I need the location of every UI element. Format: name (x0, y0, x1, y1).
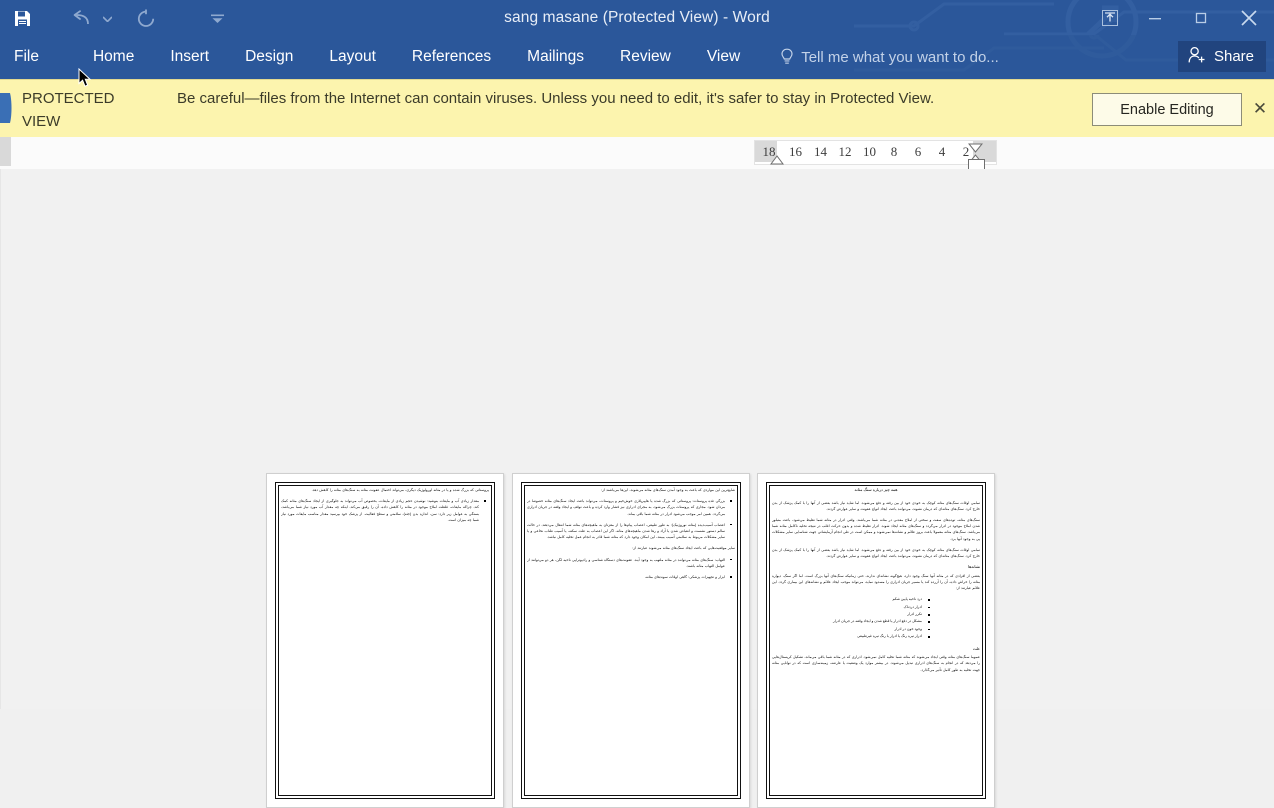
tab-design[interactable]: Design (231, 35, 307, 79)
tab-review[interactable]: Review (606, 35, 685, 79)
list-item: تکرر ادرار (772, 611, 980, 618)
pv-label-line2: VIEW (22, 113, 61, 130)
tab-references[interactable]: References (398, 35, 505, 79)
ruler-tick-12: 12 (838, 143, 852, 159)
paragraph: سنگ‌های مثانه، توده‌های سفت و سختی از ام… (772, 517, 980, 541)
ruler-tick-10: 10 (863, 143, 876, 159)
symptom-list: درد ناحیه پایین شکم ادرار دردناک تکرر اد… (772, 596, 980, 640)
paragraph: بعضی از افرادی که در مثانه آنها سنگ وجود… (772, 573, 980, 591)
word-window: sang masane (Protected View) - Word File… (0, 0, 1274, 808)
ribbon-tabs: File Home Insert Design Layout Reference… (0, 35, 999, 79)
ruler-strip (0, 137, 1274, 169)
page-title: همه چیز درباره سنگ مثانه (854, 487, 898, 492)
tell-me-box[interactable]: Tell me what you want to do... (780, 35, 999, 79)
ruler-tick-6: 6 (914, 143, 922, 159)
ruler-tick-16: 16 (789, 143, 802, 159)
protected-view-message: Be careful—files from the Internet can c… (177, 90, 935, 107)
pv-top-stripe (0, 79, 1274, 80)
subheading: علت (972, 646, 980, 651)
paragraph: تمامی اوقات سنگ‌های مثانه کوچک به خودی خ… (772, 500, 980, 511)
horizontal-ruler[interactable]: 18 16 14 12 10 8 6 4 2 (754, 140, 997, 165)
share-person-icon (1188, 46, 1207, 68)
protected-view-bar: PROTECTED VIEW Be careful—files from the… (0, 79, 1274, 137)
paragraph-bullet: التهاب: سنگ‌های مثانه می‌توانند در مثانه… (527, 557, 735, 569)
paragraph: تمامی اوقات سنگ‌های مثانه کوچک به خودی خ… (772, 547, 980, 558)
list-item: ادرار تیره رنگ یا ادرار با رنگ تیره غیرط… (772, 633, 980, 640)
document-page-2[interactable]: شایع‌ترین این مواردی که باعث به وجود آمد… (512, 473, 750, 808)
share-label: Share (1213, 48, 1254, 65)
document-page-1[interactable]: پروستاتی که بزرگ شده و یا در مثانه اورول… (266, 473, 504, 808)
tell-me-label: Tell me what you want to do... (801, 48, 999, 66)
paragraph-bullet: اعصاب آسیب‌دیده (مثانه نوروژنیک): به طور… (527, 522, 735, 541)
ruler-tick-8: 8 (890, 143, 898, 159)
page-1-content: پروستاتی که بزرگ شده و یا در مثانه اورول… (281, 487, 489, 795)
tab-mailings[interactable]: Mailings (513, 35, 598, 79)
list-item: درد ناحیه پایین شکم (772, 596, 980, 603)
paragraph-bullet: ابزار و تجهیزات پزشکی: گاهی اوقات سوندها… (527, 574, 735, 580)
minimize-icon[interactable] (1132, 3, 1178, 33)
share-button[interactable]: Share (1177, 41, 1266, 72)
protected-view-close-icon[interactable]: ✕ (1248, 96, 1272, 120)
tab-layout[interactable]: Layout (315, 35, 390, 79)
pv-label-line1: PROTECTED (22, 90, 115, 107)
ruler-ticks: 18 16 14 12 10 8 6 4 2 (755, 141, 996, 162)
ribbon-display-options-icon[interactable] (1088, 3, 1132, 33)
tab-view[interactable]: View (693, 35, 754, 79)
paragraph: پروستاتی که بزرگ شده و یا در مثانه اورول… (311, 488, 489, 492)
tab-stop-marker[interactable] (770, 152, 784, 170)
paragraph-bullet: مقدار زیادی آب و مایعات بنوشید: نوشیدن ح… (281, 498, 489, 523)
list-item: وجود خون در ادرار (772, 626, 980, 633)
shield-icon (0, 93, 12, 123)
document-canvas[interactable]: پروستاتی که بزرگ شده و یا در مثانه اورول… (0, 169, 1274, 808)
page-3-content: همه چیز درباره سنگ مثانه تمامی اوقات سنگ… (772, 487, 980, 795)
paragraph: سایر موقعیت‌هایی که باعث ایجاد سنگ‌های م… (632, 546, 735, 551)
paragraph: عموما سنگ‌های مثانه وقتی ایجاد می‌شوند ک… (772, 655, 980, 672)
page-2-content: شایع‌ترین این مواردی که باعث به وجود آمد… (527, 487, 735, 795)
tab-insert[interactable]: Insert (156, 35, 223, 79)
paragraph-bullet: بزرگی غده پروستات: پروستاتی که بزرگ شده … (527, 498, 735, 517)
document-page-3[interactable]: همه چیز درباره سنگ مثانه تمامی اوقات سنگ… (757, 473, 995, 808)
ribbon-tab-bar: File Home Insert Design Layout Reference… (0, 35, 1274, 79)
close-icon[interactable] (1224, 3, 1274, 33)
list-item: ادرار دردناک (772, 604, 980, 611)
canvas-left-gutter (0, 169, 1, 709)
tab-file[interactable]: File (0, 35, 57, 79)
protected-view-label: PROTECTED VIEW (22, 87, 172, 133)
mouse-cursor (78, 67, 92, 93)
subheading: نشانه‌ها (968, 565, 980, 570)
paragraph: شایع‌ترین این مواردی که باعث به وجود آمد… (601, 488, 735, 492)
document-title: sang masane (Protected View) - Word (504, 9, 770, 26)
title-bar: sang masane (Protected View) - Word (0, 0, 1274, 35)
window-controls (1088, 0, 1274, 35)
tab-selector-button[interactable] (0, 137, 11, 166)
restore-icon[interactable] (1178, 3, 1224, 33)
enable-editing-button[interactable]: Enable Editing (1092, 93, 1242, 126)
ruler-tick-4: 4 (938, 143, 946, 159)
lightbulb-icon (780, 48, 794, 66)
list-item: مشکل در دفع ادرار یا قطع شدن و ایجاد وقف… (772, 618, 980, 625)
ruler-tick-14: 14 (814, 143, 827, 159)
